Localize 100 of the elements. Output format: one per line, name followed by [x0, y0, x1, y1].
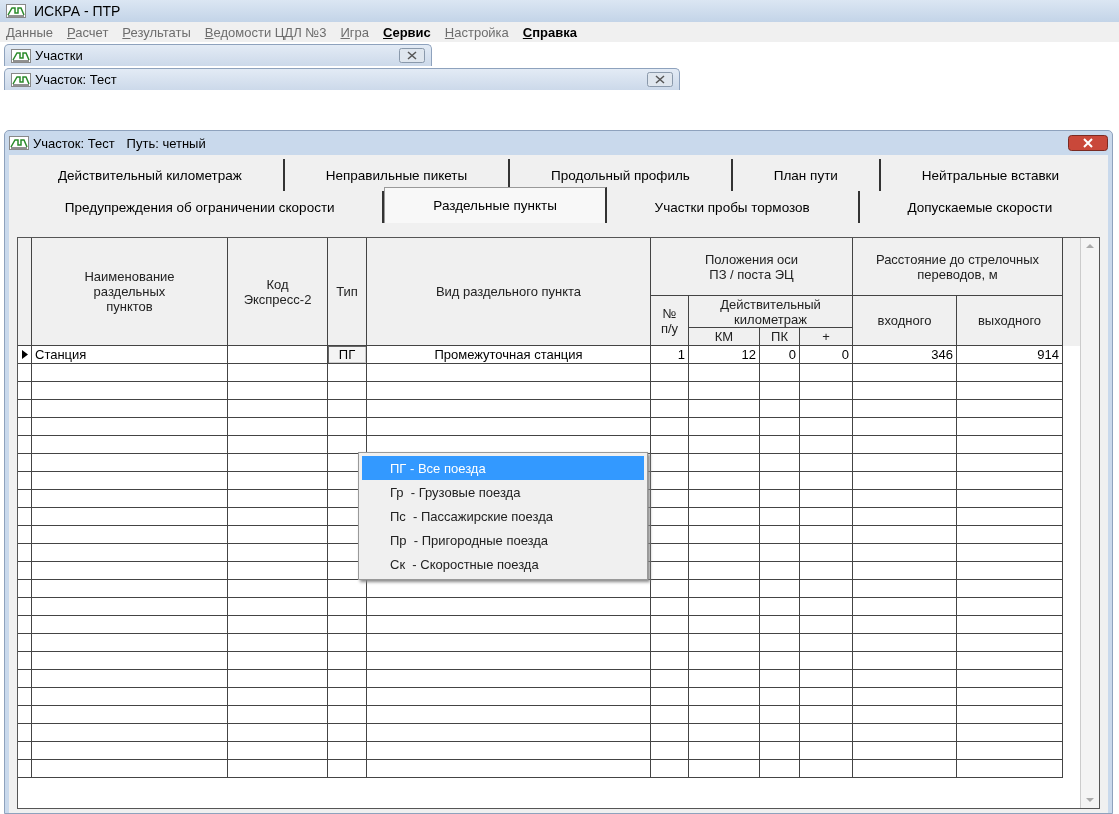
table-cell — [800, 670, 853, 688]
table-cell — [689, 706, 760, 724]
table-cell — [760, 580, 800, 598]
table-cell — [760, 382, 800, 400]
table-cell — [800, 544, 853, 562]
table-cell — [651, 634, 689, 652]
row-indicator-cell — [18, 400, 32, 418]
table-cell — [760, 418, 800, 436]
table-cell — [689, 616, 760, 634]
table-cell — [689, 634, 760, 652]
table-cell: 346 — [853, 346, 957, 364]
table-cell — [651, 382, 689, 400]
row-indicator-cell — [18, 652, 32, 670]
table-cell — [760, 724, 800, 742]
dropdown-option[interactable]: Пр - Пригородные поезда — [362, 528, 644, 552]
table-cell — [651, 706, 689, 724]
table-cell — [328, 400, 367, 418]
row-indicator-cell — [18, 670, 32, 688]
table-cell — [760, 454, 800, 472]
window-title: Участок: Тест — [35, 72, 117, 87]
table-cell — [760, 544, 800, 562]
table-cell — [800, 490, 853, 508]
table-cell — [800, 742, 853, 760]
app-logo-icon — [9, 136, 29, 150]
table-cell — [651, 580, 689, 598]
tab[interactable]: Раздельные пункты — [384, 187, 607, 223]
table-cell — [800, 562, 853, 580]
table-cell — [328, 760, 367, 778]
minimized-window-bar[interactable]: Участки — [4, 44, 432, 66]
row-indicator-cell — [18, 508, 32, 526]
table-cell — [800, 508, 853, 526]
table-cell — [689, 688, 760, 706]
table-cell — [651, 670, 689, 688]
column-header: Наименование раздельных пунктов — [32, 238, 228, 346]
table-cell — [689, 418, 760, 436]
table-cell — [760, 670, 800, 688]
table-cell: 1 — [651, 346, 689, 364]
column-header: ПК — [760, 328, 800, 346]
close-button[interactable] — [1068, 135, 1108, 151]
minimized-window-bar[interactable]: Участок: Тест — [4, 68, 680, 90]
table-cell — [760, 598, 800, 616]
app-logo-icon — [11, 72, 31, 87]
table-cell — [689, 364, 760, 382]
table-cell — [760, 436, 800, 454]
row-indicator-cell — [18, 436, 32, 454]
close-button[interactable] — [399, 48, 425, 63]
table-cell — [760, 562, 800, 580]
table-cell — [800, 472, 853, 490]
row-indicator-cell — [18, 526, 32, 544]
table-cell — [689, 490, 760, 508]
table-cell — [689, 436, 760, 454]
row-indicator-cell — [18, 472, 32, 490]
dropdown-option[interactable]: Гр - Грузовые поезда — [362, 480, 644, 504]
table-cell — [689, 508, 760, 526]
window-title: Участок: Тест — [33, 135, 115, 151]
column-header: Расстояние до стрелочных переводов, м — [853, 238, 1063, 296]
table-cell: 12 — [689, 346, 760, 364]
table-cell — [760, 760, 800, 778]
table-cell — [800, 400, 853, 418]
table-cell — [689, 400, 760, 418]
table-cell — [760, 526, 800, 544]
table-cell — [689, 760, 760, 778]
table-cell — [800, 706, 853, 724]
table-cell — [651, 652, 689, 670]
menu-item[interactable]: Справка — [522, 24, 577, 40]
track-label: Путь: четный — [126, 135, 206, 151]
row-indicator-cell — [18, 490, 32, 508]
app-title: ИСКРА - ПТР — [34, 3, 121, 19]
column-header: входного — [853, 296, 957, 346]
table-cell — [800, 580, 853, 598]
column-header: Положения оси ПЗ / поста ЭЦ — [651, 238, 853, 296]
type-field[interactable]: ПГ — [328, 346, 367, 364]
table-cell — [651, 436, 689, 454]
menu-item[interactable]: Сервис — [383, 24, 431, 40]
table-cell: 914 — [957, 346, 1063, 364]
table-cell — [689, 652, 760, 670]
dropdown-option[interactable]: Ск - Скоростные поезда — [362, 552, 644, 576]
table-cell — [800, 454, 853, 472]
table-cell — [689, 562, 760, 580]
table-cell — [328, 382, 367, 400]
table-cell — [651, 598, 689, 616]
table-cell — [328, 742, 367, 760]
table-cell — [800, 616, 853, 634]
table-cell — [651, 544, 689, 562]
column-header: КМ — [689, 328, 760, 346]
table-cell — [328, 634, 367, 652]
dropdown-option[interactable]: Пс - Пассажирские поезда — [362, 504, 644, 528]
table-cell — [689, 526, 760, 544]
table-cell — [760, 508, 800, 526]
table-cell: 0 — [760, 346, 800, 364]
table-cell — [651, 526, 689, 544]
column-header: + — [800, 328, 853, 346]
window-title: Участки — [35, 48, 83, 63]
table-cell: Промежуточная станция — [367, 346, 651, 364]
table-cell — [328, 364, 367, 382]
table-cell: Станция — [32, 346, 228, 364]
close-button[interactable] — [647, 72, 673, 87]
row-indicator-cell — [18, 616, 32, 634]
column-header: Вид раздельного пункта — [367, 238, 651, 346]
table-cell — [689, 742, 760, 760]
